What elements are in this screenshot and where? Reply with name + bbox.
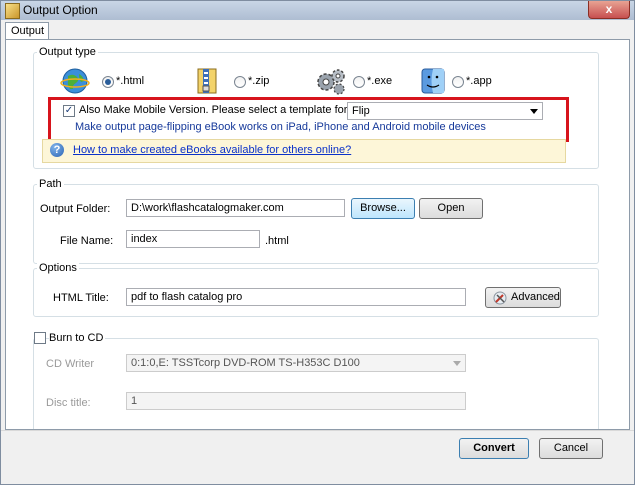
burn-to-cd-checkbox[interactable] [34,332,46,344]
tab-output[interactable]: Output [5,22,49,40]
burn-group [33,338,599,429]
exe-option-label[interactable]: *.exe [367,75,392,87]
disc-title-value: 1 [131,395,138,407]
cancel-button[interactable]: Cancel [539,438,603,459]
help-bar: ? How to make created eBooks available f… [42,139,566,163]
path-group [33,184,599,264]
window-title: Output Option [23,3,98,17]
file-name-label: File Name: [60,235,114,247]
globe-icon [60,68,90,94]
output-type-label: Output type [37,46,98,58]
html-title-label: HTML Title: [53,292,109,304]
convert-button-label: Convert [473,442,515,454]
open-button[interactable]: Open [419,198,483,219]
tools-icon [493,291,507,305]
html-title-input[interactable]: pdf to flash catalog pro [126,288,466,306]
burn-to-cd-label[interactable]: Burn to CD [49,332,106,344]
mobile-version-description: Make output page-flipping eBook works on… [75,121,486,133]
mobile-version-highlight: ✓ Also Make Mobile Version. Please selec… [48,97,569,142]
output-folder-input[interactable]: D:\work\flashcatalogmaker.com [126,199,345,217]
browse-button[interactable]: Browse... [351,198,415,219]
help-link[interactable]: How to make created eBooks available for… [73,144,351,156]
cd-writer-label: CD Writer [46,358,95,370]
html-option-label[interactable]: *.html [116,75,144,87]
exe-radio[interactable] [353,76,365,88]
file-extension-label: .html [265,235,289,247]
cd-writer-value: 0:1:0,E: TSSTcorp DVD-ROM TS-H353C D100 [131,357,360,369]
mobile-template-value: Flip [352,105,370,117]
advanced-button[interactable]: Advanced [485,287,561,308]
tab-output-label: Output [11,25,45,37]
open-button-label: Open [437,202,465,214]
title-bar[interactable]: Output Option x [1,1,634,20]
options-label: Options [37,262,79,274]
chevron-down-icon [530,109,538,114]
close-button[interactable]: x [588,1,630,19]
browse-button-label: Browse... [360,202,406,214]
footer-divider [1,430,634,431]
output-tab-panel: Output type *.html *.zip *.exe *.app ✓ A… [5,39,630,430]
cancel-button-label: Cancel [553,442,589,454]
app-radio[interactable] [452,76,464,88]
output-folder-label: Output Folder: [40,203,111,215]
advanced-button-label: Advanced [511,291,560,303]
cd-writer-select[interactable]: 0:1:0,E: TSSTcorp DVD-ROM TS-H353C D100 [126,354,466,372]
disc-title-input[interactable]: 1 [126,392,466,410]
html-title-value: pdf to flash catalog pro [131,291,243,303]
chevron-down-icon [453,361,461,366]
gears-icon [317,69,345,95]
mobile-version-checkbox[interactable]: ✓ [63,105,75,117]
path-label: Path [37,178,64,190]
zip-archive-icon [197,68,217,94]
file-name-value: index [131,233,158,245]
zip-radio[interactable] [234,76,246,88]
html-radio[interactable] [102,76,114,88]
mobile-template-select[interactable]: Flip [347,102,543,120]
file-name-input[interactable]: index [126,230,260,248]
output-option-dialog: Output Option x Output Output type *.htm… [0,0,635,485]
output-folder-value: D:\work\flashcatalogmaker.com [131,202,284,214]
zip-option-label[interactable]: *.zip [248,75,269,87]
disc-title-label: Disc title: [46,397,91,409]
mac-finder-icon [421,68,445,94]
mobile-version-label[interactable]: Also Make Mobile Version. Please select … [79,104,386,116]
help-icon: ? [50,143,64,157]
app-option-label[interactable]: *.app [466,75,492,87]
convert-button[interactable]: Convert [459,438,529,459]
app-icon [5,3,20,19]
